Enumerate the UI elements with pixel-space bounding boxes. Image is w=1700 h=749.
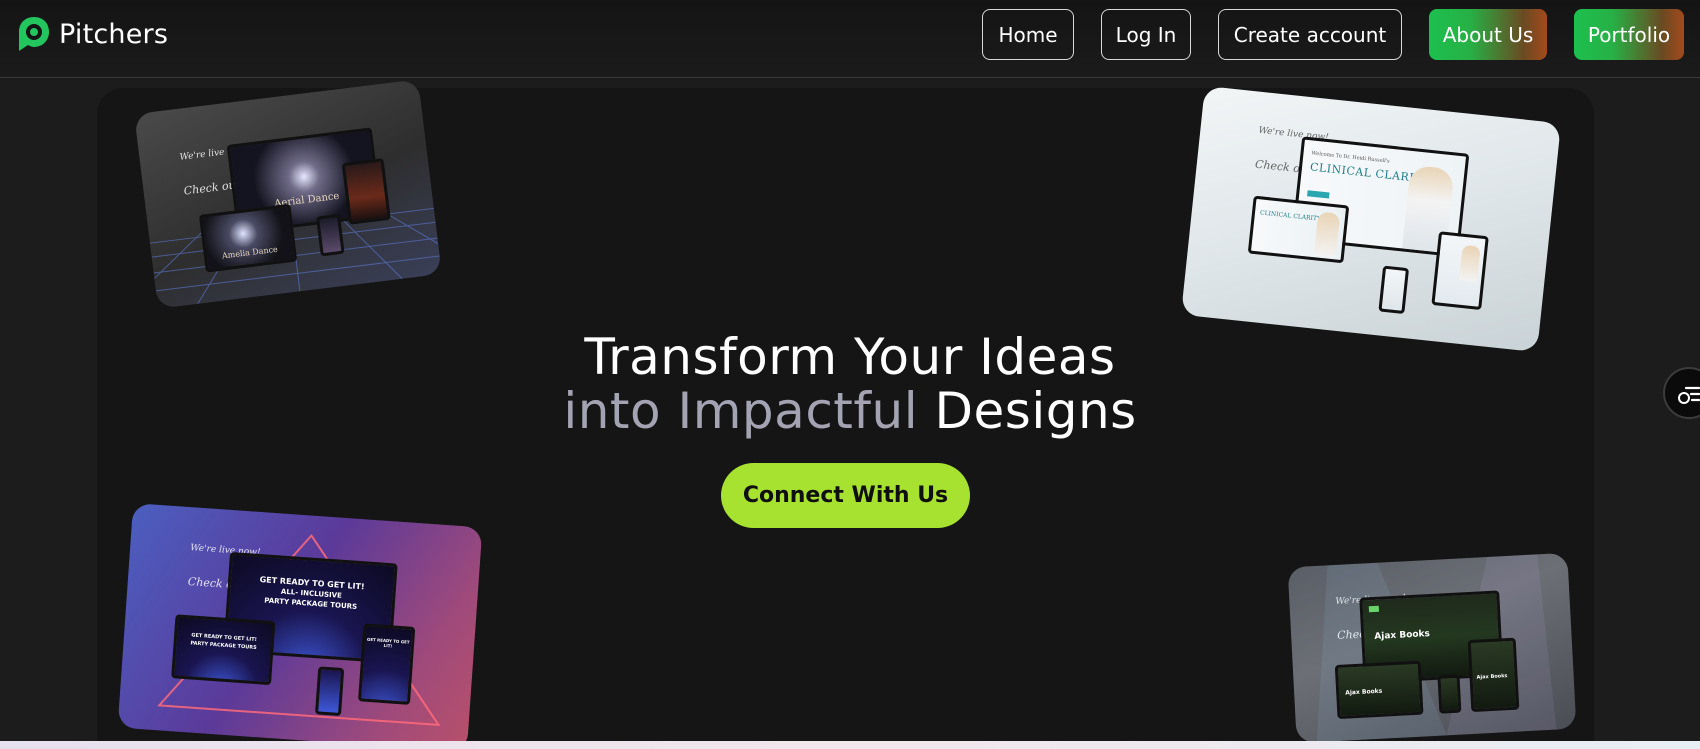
tablet-screen: GET READY TO GET LIT! xyxy=(357,623,416,705)
portfolio-mockup-ajax-books[interactable]: We're live now! Check out our new websit… xyxy=(1287,552,1577,744)
brand[interactable]: Pitchers xyxy=(17,15,168,53)
tablet-screen xyxy=(341,158,391,225)
phone-screen xyxy=(315,213,345,257)
nav-create-account-button[interactable]: Create account xyxy=(1218,9,1402,60)
hero-title-line-1: Transform Your Ideas xyxy=(584,328,1116,386)
tablet-screen xyxy=(1431,231,1489,311)
laptop-screen: CLINICAL CLARITY xyxy=(1247,195,1350,264)
laptop-screen: Ajax Books xyxy=(1334,660,1424,720)
accessibility-menu-icon xyxy=(1678,386,1700,404)
next-section-edge xyxy=(0,741,1700,749)
connect-with-us-button[interactable]: Connect With Us xyxy=(721,463,970,528)
pitchers-logo-icon xyxy=(17,15,51,53)
nav-about-button[interactable]: About Us xyxy=(1429,9,1547,60)
hero-title-line-2: into Impactful Designs xyxy=(0,382,1700,440)
portfolio-mockup-party-tours[interactable]: We're live now! Check out our new websit… xyxy=(117,503,483,749)
hero-title-strong: Designs xyxy=(934,382,1137,440)
brand-name: Pitchers xyxy=(59,18,169,50)
hero-title-muted: into Impactful xyxy=(563,382,919,440)
accessibility-widget-button[interactable] xyxy=(1663,367,1700,419)
nav-home-button[interactable]: Home xyxy=(982,9,1074,60)
nav-login-button[interactable]: Log In xyxy=(1101,9,1191,60)
laptop-screen: GET READY TO GET LIT! PARTY PACKAGE TOUR… xyxy=(171,614,276,686)
portfolio-mockup-clinical-clarity[interactable]: We're live now! Check out our new websit… xyxy=(1180,85,1562,353)
laptop-screen: Amelia Dance xyxy=(198,203,298,273)
phone-screen xyxy=(314,666,345,717)
phone-screen xyxy=(1378,265,1410,314)
phone-screen xyxy=(1437,674,1462,714)
top-navigation-bar: Pitchers Home Log In Create account Abou… xyxy=(0,0,1700,78)
nav-portfolio-button[interactable]: Portfolio xyxy=(1574,9,1684,60)
tablet-screen: Ajax Books xyxy=(1467,637,1520,713)
portfolio-mockup-aerial-dance[interactable]: We're live now! Check out our new websit… xyxy=(134,79,442,309)
